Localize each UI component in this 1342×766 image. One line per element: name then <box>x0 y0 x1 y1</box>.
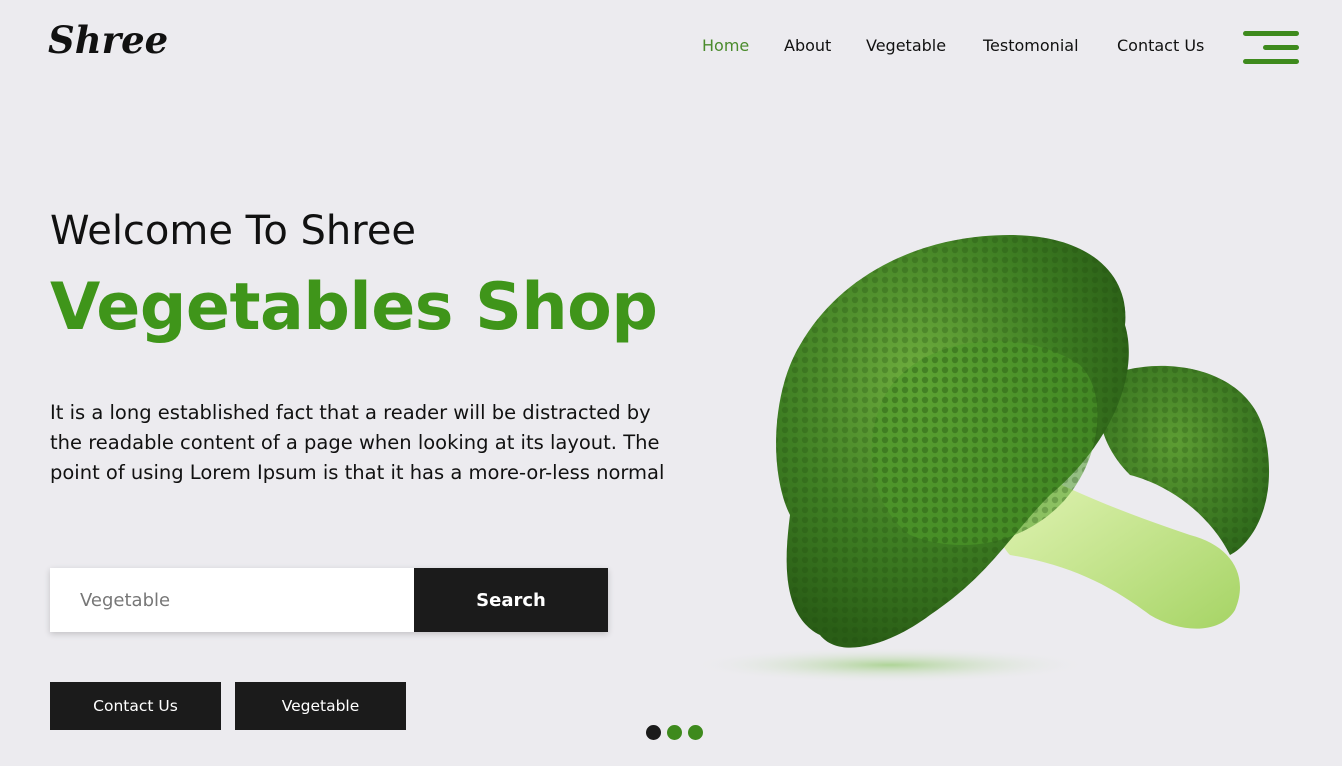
welcome-heading: Welcome To Shree <box>50 208 417 254</box>
nav-item-testomonial[interactable]: Testomonial <box>983 36 1079 55</box>
nav-item-about[interactable]: About <box>784 36 831 55</box>
vegetable-button[interactable]: Vegetable <box>235 682 406 730</box>
menu-bar-middle <box>1263 45 1299 50</box>
search-bar: Search <box>50 568 608 632</box>
hamburger-menu-icon[interactable] <box>1243 31 1299 65</box>
menu-bar-top <box>1243 31 1299 36</box>
carousel-dot-1[interactable] <box>646 725 661 740</box>
search-input[interactable] <box>50 568 414 632</box>
nav-item-vegetable[interactable]: Vegetable <box>866 36 946 55</box>
broccoli-image <box>690 235 1270 683</box>
menu-bar-bottom <box>1243 59 1299 64</box>
hero-description: It is a long established fact that a rea… <box>50 401 665 484</box>
hero-headline: Vegetables Shop <box>50 270 658 345</box>
carousel-dot-2[interactable] <box>667 725 682 740</box>
search-button[interactable]: Search <box>414 568 608 632</box>
main-nav: Home About Vegetable Testomonial Contact… <box>0 36 1342 60</box>
carousel-dot-3[interactable] <box>688 725 703 740</box>
nav-item-contact-us[interactable]: Contact Us <box>1117 36 1204 55</box>
nav-item-home[interactable]: Home <box>702 36 749 55</box>
contact-us-button[interactable]: Contact Us <box>50 682 221 730</box>
